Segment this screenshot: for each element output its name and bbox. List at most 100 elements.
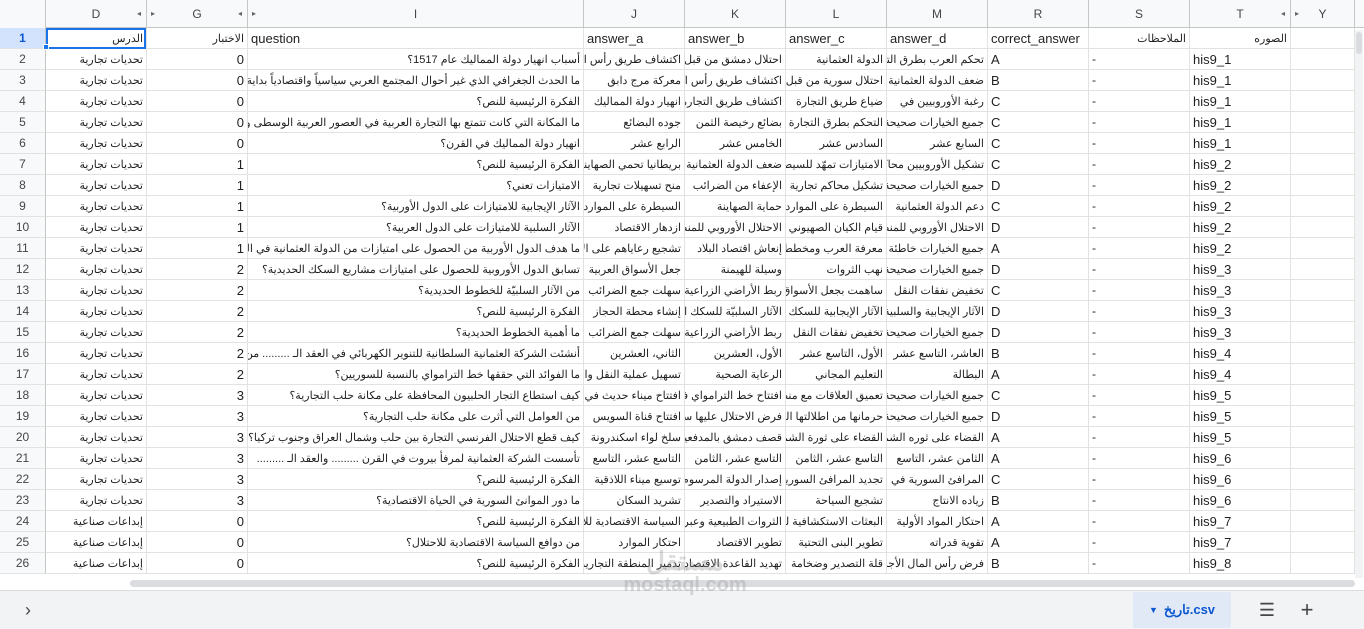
scroll-tabs-chevron-icon[interactable]: › bbox=[16, 598, 40, 622]
table-cell[interactable]: الثروات الطبيعية وعبر bbox=[685, 511, 786, 532]
table-cell[interactable]: إبداعات صناعية bbox=[46, 532, 147, 553]
table-cell[interactable]: A bbox=[988, 238, 1089, 259]
table-cell[interactable]: - bbox=[1089, 553, 1190, 574]
header-cell[interactable]: answer_c bbox=[786, 28, 887, 49]
table-cell[interactable]: تشجيع رعاياهم على الاستثمار bbox=[584, 238, 685, 259]
header-cell[interactable]: answer_d bbox=[887, 28, 988, 49]
table-cell[interactable]: افتتاح ميناء حديث في bbox=[584, 385, 685, 406]
table-cell[interactable]: D bbox=[988, 175, 1089, 196]
table-cell[interactable]: فرض رأس المال الأجنبي bbox=[887, 553, 988, 574]
table-cell[interactable]: الآثار الإيجابية للسكك bbox=[786, 301, 887, 322]
table-cell[interactable]: ضعف الدولة العثمانية bbox=[887, 70, 988, 91]
table-cell[interactable]: ازدهار الاقتصاد bbox=[584, 217, 685, 238]
table-cell[interactable]: ما الفوائد التي حققها خط الترامواي بالنس… bbox=[248, 364, 584, 385]
table-cell[interactable]: أنشئت الشركة العثمانية السلطانية للتنوير… bbox=[248, 343, 584, 364]
table-cell[interactable]: 1 bbox=[147, 196, 248, 217]
table-cell[interactable] bbox=[1291, 196, 1355, 217]
table-cell[interactable]: - bbox=[1089, 301, 1190, 322]
table-cell[interactable] bbox=[1291, 259, 1355, 280]
table-cell[interactable]: التاسع عشر، الثامن bbox=[685, 448, 786, 469]
table-cell[interactable]: التاسع عشر، التاسع bbox=[584, 448, 685, 469]
table-cell[interactable]: تشكيل محاكم تجارية خاصة bbox=[786, 175, 887, 196]
table-cell[interactable]: قيام الكيان الصهيوني bbox=[786, 217, 887, 238]
table-cell[interactable]: - bbox=[1089, 448, 1190, 469]
table-cell[interactable]: 0 bbox=[147, 91, 248, 112]
row-number[interactable]: 14 bbox=[0, 301, 46, 322]
table-cell[interactable]: his9_5 bbox=[1190, 385, 1291, 406]
table-cell[interactable]: السابع عشر bbox=[887, 133, 988, 154]
table-cell[interactable]: 2 bbox=[147, 259, 248, 280]
table-cell[interactable]: زياده الانتاج bbox=[887, 490, 988, 511]
table-cell[interactable]: الأول، العشرين bbox=[685, 343, 786, 364]
table-cell[interactable]: انهيار دولة المماليك في القرن؟ bbox=[248, 133, 584, 154]
table-cell[interactable]: - bbox=[1089, 406, 1190, 427]
table-cell[interactable]: - bbox=[1089, 322, 1190, 343]
table-cell[interactable]: الفكرة الرئيسية للنص؟ bbox=[248, 154, 584, 175]
row-number[interactable]: 5 bbox=[0, 112, 46, 133]
table-cell[interactable]: تحديات تجارية bbox=[46, 259, 147, 280]
table-cell[interactable]: C bbox=[988, 112, 1089, 133]
table-cell[interactable] bbox=[1291, 343, 1355, 364]
table-cell[interactable]: تحديات تجارية bbox=[46, 280, 147, 301]
table-cell[interactable]: تحديات تجارية bbox=[46, 448, 147, 469]
table-cell[interactable]: - bbox=[1089, 343, 1190, 364]
table-cell[interactable]: الفكرة الرئيسية للنص؟ bbox=[248, 511, 584, 532]
table-cell[interactable]: تطوير الاقتصاد bbox=[685, 532, 786, 553]
table-cell[interactable]: تسابق الدول الأوروبية للحصول على امتيازا… bbox=[248, 259, 584, 280]
table-cell[interactable]: his9_1 bbox=[1190, 133, 1291, 154]
table-cell[interactable]: B bbox=[988, 70, 1089, 91]
table-cell[interactable] bbox=[1291, 238, 1355, 259]
table-cell[interactable]: تطوير البنى التحتية bbox=[786, 532, 887, 553]
table-cell[interactable] bbox=[1291, 301, 1355, 322]
hidden-columns-left-arrow-icon[interactable]: ◂ bbox=[238, 9, 242, 18]
row-number[interactable]: 6 bbox=[0, 133, 46, 154]
table-cell[interactable]: تحديات تجارية bbox=[46, 469, 147, 490]
table-cell[interactable]: التحكم بطرق التجارة bbox=[786, 112, 887, 133]
table-cell[interactable]: معرفة العرب ومخططاتهم bbox=[786, 238, 887, 259]
table-cell[interactable]: الاستيراد والتصدير bbox=[685, 490, 786, 511]
table-cell[interactable]: البطالة bbox=[887, 364, 988, 385]
table-cell[interactable]: his9_1 bbox=[1190, 70, 1291, 91]
table-cell[interactable]: his9_7 bbox=[1190, 511, 1291, 532]
row-number[interactable]: 19 bbox=[0, 406, 46, 427]
table-cell[interactable]: D bbox=[988, 322, 1089, 343]
table-cell[interactable]: A bbox=[988, 49, 1089, 70]
table-cell[interactable]: - bbox=[1089, 532, 1190, 553]
table-cell[interactable]: انهيار دولة المماليك bbox=[584, 91, 685, 112]
column-header-R[interactable]: R bbox=[988, 0, 1089, 28]
row-number[interactable]: 26 bbox=[0, 553, 46, 574]
table-cell[interactable] bbox=[1291, 133, 1355, 154]
table-cell[interactable] bbox=[1291, 490, 1355, 511]
table-cell[interactable]: من العوامل التي أثرت على مكانة حلب التجا… bbox=[248, 406, 584, 427]
table-cell[interactable]: القضاء على ثورة الشمال bbox=[786, 427, 887, 448]
header-cell[interactable] bbox=[1291, 28, 1355, 49]
sheet-tab[interactable]: ▼ تاريخ.csv bbox=[1133, 592, 1231, 628]
table-cell[interactable]: ضعف الدولة العثمانية bbox=[685, 154, 786, 175]
header-cell[interactable]: correct_answer bbox=[988, 28, 1089, 49]
table-cell[interactable] bbox=[1291, 469, 1355, 490]
table-cell[interactable]: سهلت جمع الضرائب bbox=[584, 280, 685, 301]
table-cell[interactable]: سلخ لواء اسكندرونة bbox=[584, 427, 685, 448]
table-cell[interactable]: احتكار الموارد bbox=[584, 532, 685, 553]
table-cell[interactable]: تحديات تجارية bbox=[46, 91, 147, 112]
table-cell[interactable]: his9_4 bbox=[1190, 343, 1291, 364]
table-cell[interactable] bbox=[1291, 154, 1355, 175]
row-number[interactable]: 22 bbox=[0, 469, 46, 490]
table-cell[interactable]: إنعاش اقتصاد البلاد bbox=[685, 238, 786, 259]
table-cell[interactable]: جميع الخيارات صحيحة bbox=[887, 406, 988, 427]
table-cell[interactable]: تخفيض نفقات النقل bbox=[887, 280, 988, 301]
table-cell[interactable]: جميع الخيارات صحيحة bbox=[887, 385, 988, 406]
row-number[interactable]: 1 bbox=[0, 28, 46, 49]
table-cell[interactable]: - bbox=[1089, 133, 1190, 154]
column-header-I[interactable]: I bbox=[248, 0, 584, 28]
table-cell[interactable]: تحديات تجارية bbox=[46, 238, 147, 259]
table-cell[interactable]: المرافئ السورية في الماضي bbox=[887, 469, 988, 490]
table-cell[interactable]: his9_3 bbox=[1190, 280, 1291, 301]
table-cell[interactable]: بريطانيا تحمي الصهاينة bbox=[584, 154, 685, 175]
table-cell[interactable]: 1 bbox=[147, 154, 248, 175]
table-cell[interactable]: تشجيع السياحة bbox=[786, 490, 887, 511]
table-cell[interactable]: 3 bbox=[147, 385, 248, 406]
select-all-corner[interactable] bbox=[0, 0, 46, 28]
row-number[interactable]: 23 bbox=[0, 490, 46, 511]
table-cell[interactable]: C bbox=[988, 196, 1089, 217]
